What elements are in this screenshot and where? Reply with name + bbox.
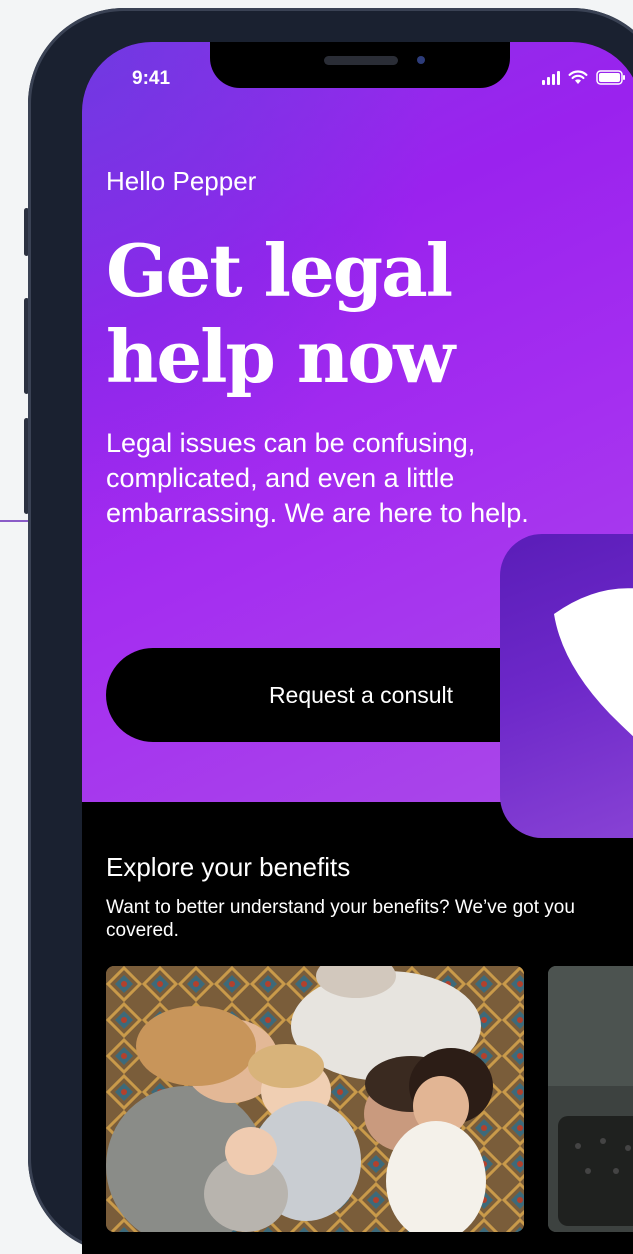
sofa-photo-image <box>548 966 633 1232</box>
app-logo-badge <box>500 534 633 838</box>
page-headline: Get legal help now <box>106 228 455 399</box>
benefits-carousel[interactable] <box>106 966 633 1236</box>
benefits-subtitle: Want to better understand your benefits?… <box>106 897 575 941</box>
intro-text: Legal issues can be confusing, complicat… <box>106 428 529 528</box>
shield-icon <box>554 588 633 737</box>
wifi-icon <box>568 70 588 85</box>
mockup-stage: 9:41 Hello Pepper Get legal help now Leg… <box>0 0 633 1254</box>
earpiece-speaker <box>324 56 398 65</box>
greeting-text: Hello Pepper <box>106 166 257 196</box>
family-photo-image <box>106 966 524 1232</box>
front-camera <box>417 56 425 64</box>
battery-icon <box>596 70 626 85</box>
notch <box>210 42 510 88</box>
benefits-title: Explore your benefits <box>106 852 351 882</box>
status-icons <box>542 70 626 85</box>
benefit-card-family-photo[interactable] <box>106 966 524 1232</box>
status-time: 9:41 <box>132 68 171 89</box>
benefit-card-sofa-photo[interactable] <box>548 966 633 1232</box>
signal-icon <box>542 70 560 85</box>
